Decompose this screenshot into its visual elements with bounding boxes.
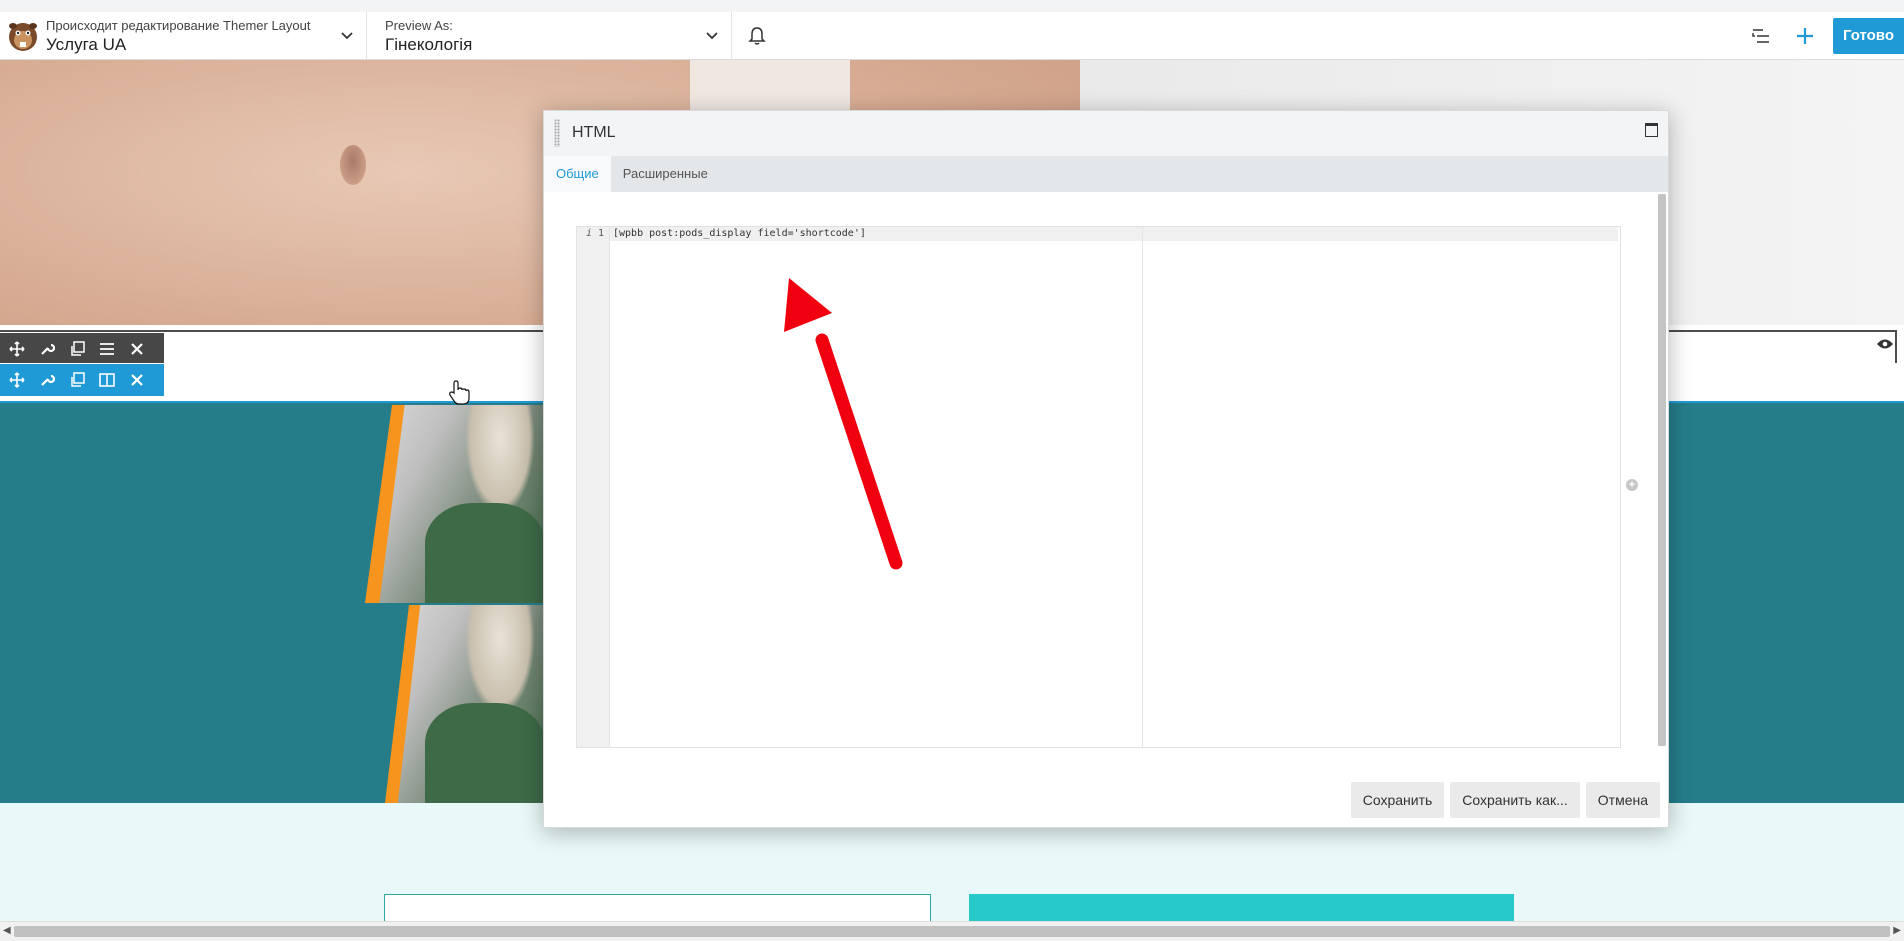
doctor-photo [385, 605, 545, 803]
close-icon[interactable] [126, 338, 148, 360]
modal-scrollbar-thumb[interactable] [1658, 194, 1666, 746]
scroll-right-icon[interactable]: ▶ [1893, 925, 1901, 936]
beaver-logo-icon[interactable] [0, 12, 46, 59]
column-toolbar [0, 364, 164, 396]
doctor-photo [365, 405, 545, 603]
code-editor[interactable]: i1 [wpbb post:pods_display field='shortc… [576, 226, 1621, 748]
maximize-icon[interactable] [1645, 123, 1658, 137]
modal-footer: Сохранить Сохранить как... Отмена [1350, 782, 1660, 818]
eye-icon[interactable] [1876, 337, 1894, 355]
modal-tabs: Общие Расширенные [544, 156, 1668, 192]
line-number: 1 [597, 228, 604, 239]
wrench-icon[interactable] [36, 338, 58, 360]
editor-gutter: i1 [577, 227, 610, 747]
add-circle-icon[interactable]: + [1626, 479, 1638, 491]
preview-value: Гінекологія [385, 35, 473, 54]
duplicate-icon[interactable] [66, 369, 88, 391]
chevron-down-icon [340, 28, 354, 46]
move-icon[interactable] [6, 369, 28, 391]
code-line[interactable]: [wpbb post:pods_display field='shortcode… [613, 227, 866, 241]
chevron-down-icon [705, 28, 719, 46]
cancel-button[interactable]: Отмена [1585, 782, 1660, 818]
scrollbar-thumb[interactable] [14, 926, 1890, 937]
html-settings-modal: HTML Общие Расширенные i1 [wpbb post:pod… [543, 110, 1669, 828]
tab-general[interactable]: Общие [544, 156, 611, 192]
plus-icon[interactable] [1783, 12, 1827, 59]
done-button[interactable]: Готово [1832, 17, 1904, 54]
drag-handle-icon[interactable] [554, 119, 560, 147]
wrench-icon[interactable] [36, 369, 58, 391]
scroll-left-icon[interactable]: ◀ [3, 925, 11, 936]
save-as-button[interactable]: Сохранить как... [1450, 782, 1580, 818]
builder-top-bar: Происходит редактирование Themer Layout … [0, 12, 1904, 60]
tab-advanced[interactable]: Расширенные [611, 156, 720, 192]
horizontal-scrollbar[interactable]: ◀ ▶ [0, 921, 1904, 941]
hand-cursor-icon [449, 380, 470, 405]
preview-label: Preview As: [385, 18, 453, 33]
bell-icon[interactable] [732, 12, 782, 59]
close-icon[interactable] [126, 369, 148, 391]
editor-split-divider [1142, 227, 1143, 747]
menu-icon[interactable] [96, 338, 118, 360]
move-icon[interactable] [6, 338, 28, 360]
cyan-box [969, 894, 1514, 924]
layout-name: Услуга UA [46, 35, 127, 54]
line-info-marker: i [585, 228, 592, 239]
columns-icon[interactable] [96, 369, 118, 391]
modal-title: HTML [572, 124, 616, 141]
save-button[interactable]: Сохранить [1350, 782, 1445, 818]
duplicate-icon[interactable] [66, 338, 88, 360]
modal-header[interactable]: HTML [544, 111, 1668, 156]
layout-selector[interactable]: Происходит редактирование Themer Layout … [46, 12, 367, 59]
editing-label: Происходит редактирование Themer Layout [46, 18, 311, 33]
preview-as-selector[interactable]: Preview As: Гінекологія [367, 12, 732, 59]
outline-list-icon[interactable] [1739, 12, 1783, 59]
row-toolbar [0, 333, 164, 364]
